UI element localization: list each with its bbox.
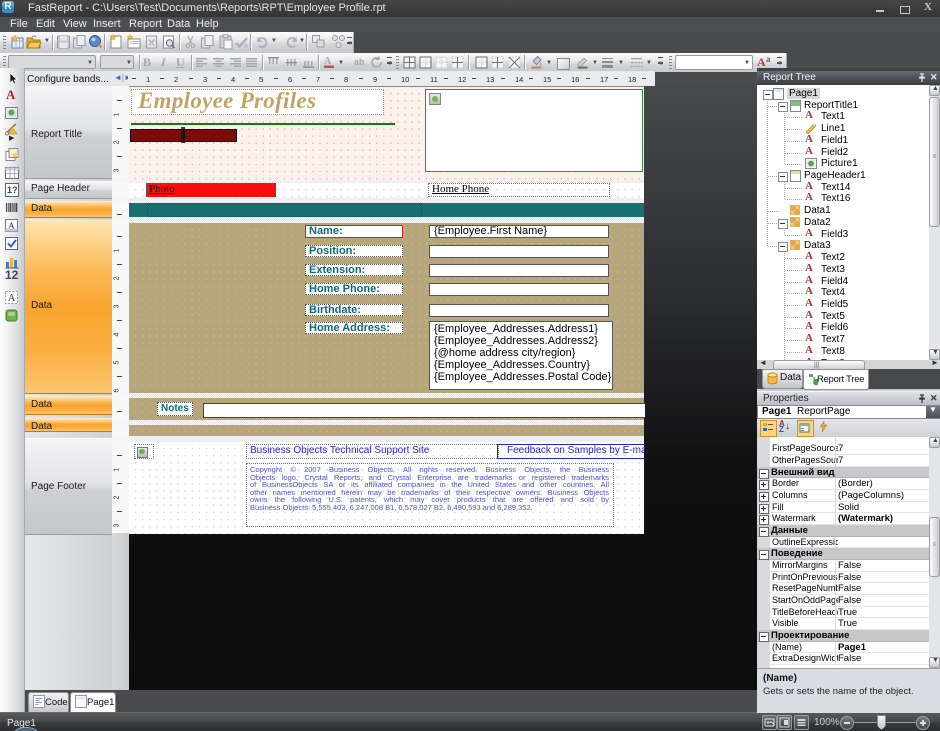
svg-text:A: A — [324, 56, 332, 67]
svg-text:ab: ab — [354, 57, 365, 67]
svg-text:1?: 1? — [7, 185, 18, 195]
svg-text:A: A — [8, 293, 16, 304]
